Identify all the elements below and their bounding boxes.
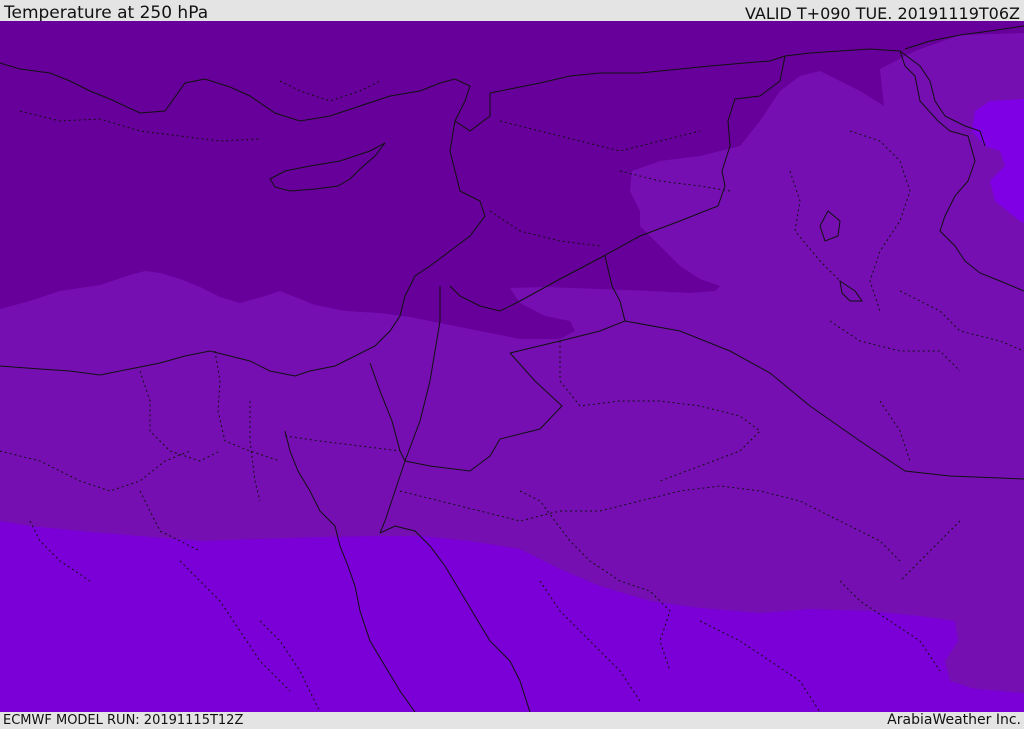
footer-bar: ECMWF MODEL RUN: 20191115T12Z ArabiaWeat… (0, 712, 1024, 729)
header-bar: Temperature at 250 hPa VALID T+090 TUE. … (0, 0, 1024, 23)
map-title: Temperature at 250 hPa (4, 3, 209, 23)
map-canvas (0, 21, 1024, 712)
model-run: ECMWF MODEL RUN: 20191115T12Z (3, 713, 244, 728)
credit-text: ArabiaWeather Inc. (887, 712, 1021, 728)
weather-map[interactable] (0, 21, 1024, 712)
